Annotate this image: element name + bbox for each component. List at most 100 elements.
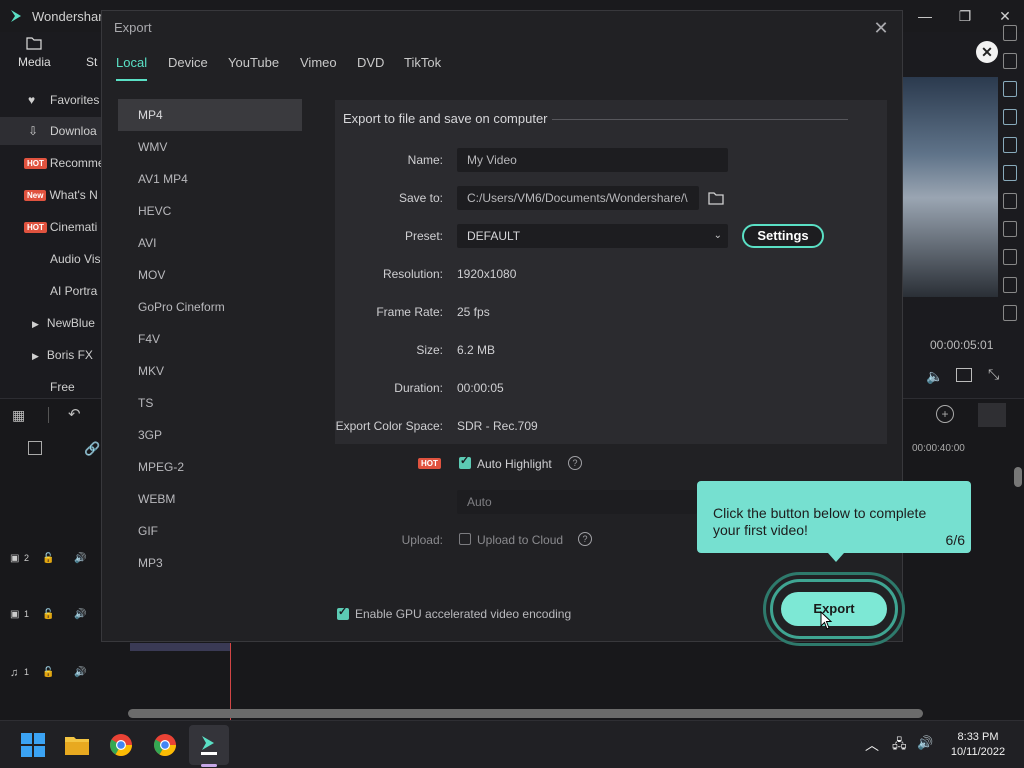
sidebar-item-ai-portrait[interactable]: AI Portra — [0, 277, 110, 305]
format-item-mov[interactable]: MOV — [118, 259, 302, 291]
system-clock[interactable]: 8:33 PM 10/11/2022 — [942, 730, 1014, 760]
help-icon[interactable]: ? — [568, 456, 582, 470]
audio-toggle-icon[interactable]: 🔊 — [74, 667, 86, 678]
sidebar-item-whats-new[interactable]: New What's N — [0, 181, 110, 209]
format-item-av1-mp4[interactable]: AV1 MP4 — [118, 163, 302, 195]
help-icon[interactable]: ? — [578, 532, 592, 546]
sidebar-item-recommended[interactable]: HOT Recomme — [0, 149, 110, 177]
format-item-hevc[interactable]: HEVC — [118, 195, 302, 227]
stock-tab[interactable]: St — [86, 55, 97, 69]
fullscreen-icon[interactable]: ⤡ — [988, 366, 999, 383]
sidebar-item-cinematic[interactable]: HOT Cinemati — [0, 213, 110, 241]
color-space-value: SDR - Rec.709 — [457, 419, 538, 433]
format-item-wmv[interactable]: WMV — [118, 131, 302, 163]
hot-badge: HOT — [24, 158, 47, 169]
tab-tiktok[interactable]: TikTok — [404, 55, 441, 81]
sidebar-item-audio-vis[interactable]: Audio Vis — [0, 245, 110, 273]
format-item-avi[interactable]: AVI — [118, 227, 302, 259]
preset-label: Preset: — [404, 229, 443, 243]
stock-tab-label: St — [86, 55, 98, 69]
close-icon[interactable]: ✕ — [870, 17, 892, 39]
media-tab[interactable]: Media — [18, 36, 51, 69]
toolbar-button[interactable] — [1003, 277, 1017, 293]
toolbar-button[interactable] — [1003, 221, 1017, 237]
zoom-toggle[interactable] — [978, 403, 1006, 427]
minimize-icon[interactable]: — — [910, 6, 940, 26]
filmora-taskbar-icon[interactable] — [193, 729, 225, 761]
auto-highlight-select[interactable]: Auto — [457, 490, 697, 514]
restore-icon[interactable]: ❐ — [950, 6, 980, 26]
format-item-mp4[interactable]: MP4 — [118, 99, 302, 131]
lock-icon[interactable]: 🔓 — [42, 553, 54, 564]
app-title: Wondershare — [32, 9, 110, 24]
preset-select[interactable]: DEFAULT ⌄ — [457, 224, 728, 248]
format-item-f4v[interactable]: F4V — [118, 323, 302, 355]
format-item-mp3[interactable]: MP3 — [118, 547, 302, 579]
zoom-in-icon[interactable]: + — [936, 405, 954, 423]
media-toolbar: Media St — [0, 32, 110, 82]
gpu-acceleration-checkbox[interactable] — [337, 605, 349, 620]
frame-rate-value: 25 fps — [457, 305, 490, 319]
layout-icon[interactable]: ▦ — [12, 407, 25, 424]
name-input[interactable]: My Video — [457, 148, 728, 172]
volume-icon[interactable]: 🔈 — [926, 368, 943, 385]
sidebar-item-downloads[interactable]: ⇩ Downloa — [0, 117, 110, 145]
save-path-input[interactable]: C:/Users/VM6/Documents/Wondershare/\ — [457, 186, 699, 210]
add-track-icon[interactable] — [28, 441, 42, 455]
format-item-gif[interactable]: GIF — [118, 515, 302, 547]
tab-vimeo[interactable]: Vimeo — [300, 55, 337, 81]
timeline-clip[interactable] — [130, 643, 230, 651]
file-explorer-icon[interactable] — [61, 729, 93, 761]
lock-icon[interactable]: 🔓 — [42, 609, 54, 620]
toolbar-button[interactable] — [1003, 81, 1017, 97]
divider — [552, 119, 848, 120]
settings-button[interactable]: Settings — [742, 224, 824, 248]
toolbar-button[interactable] — [1003, 109, 1017, 125]
sidebar-item-boris-fx[interactable]: ▶ Boris FX — [0, 341, 110, 369]
toolbar-button[interactable] — [1003, 25, 1017, 41]
undo-icon[interactable]: ↶ — [68, 405, 81, 423]
lock-icon[interactable]: 🔓 — [42, 667, 54, 678]
app-logo-icon — [11, 10, 21, 22]
link-icon[interactable]: 🔗 — [84, 441, 100, 457]
toolbar-button[interactable] — [1003, 249, 1017, 265]
format-item-mkv[interactable]: MKV — [118, 355, 302, 387]
tab-device[interactable]: Device — [168, 55, 208, 81]
windows-start-icon[interactable] — [17, 729, 49, 761]
horizontal-scrollbar[interactable] — [128, 709, 923, 718]
sidebar-item-favorites[interactable]: ♥ Favorites — [0, 86, 110, 114]
taskbar: ︿ 🖧 🔊 8:33 PM 10/11/2022 — [0, 720, 1024, 768]
format-item-3gp[interactable]: 3GP — [118, 419, 302, 451]
tab-youtube[interactable]: YouTube — [228, 55, 279, 81]
toolbar-button[interactable] — [1003, 165, 1017, 181]
chevron-up-icon[interactable]: ︿ — [865, 735, 879, 755]
hot-badge: HOT — [418, 458, 441, 469]
tab-local[interactable]: Local — [116, 55, 148, 81]
audio-toggle-icon[interactable]: 🔊 — [74, 553, 86, 564]
vertical-scrollbar[interactable] — [1014, 467, 1022, 487]
sidebar-item-newblue[interactable]: ▶ NewBlue — [0, 309, 110, 337]
sidebar-item-free[interactable]: Free — [0, 373, 110, 401]
tour-close-icon[interactable]: ✕ — [976, 41, 998, 63]
export-button[interactable]: Export — [781, 592, 887, 626]
tab-dvd[interactable]: DVD — [357, 55, 384, 81]
upload-cloud-checkbox[interactable] — [459, 533, 471, 545]
toolbar-button[interactable] — [1003, 137, 1017, 153]
network-icon[interactable]: 🖧 — [892, 735, 907, 757]
upload-cloud-label: Upload to Cloud — [477, 533, 564, 547]
format-item-mpeg-2[interactable]: MPEG-2 — [118, 451, 302, 483]
chrome-icon[interactable] — [105, 729, 137, 761]
folder-browse-icon[interactable] — [708, 191, 724, 205]
volume-icon[interactable]: 🔊 — [917, 735, 933, 751]
toolbar-button[interactable] — [1003, 53, 1017, 69]
auto-highlight-checkbox[interactable] — [459, 454, 471, 469]
toolbar-button[interactable] — [1003, 193, 1017, 209]
toolbar-button[interactable] — [1003, 305, 1017, 321]
format-item-ts[interactable]: TS — [118, 387, 302, 419]
chrome-icon[interactable] — [149, 729, 181, 761]
format-item-webm[interactable]: WEBM — [118, 483, 302, 515]
format-item-gopro-cineform[interactable]: GoPro Cineform — [118, 291, 302, 323]
settings-heading: Export to file and save on computer — [343, 111, 548, 126]
audio-toggle-icon[interactable]: 🔊 — [74, 609, 86, 620]
snapshot-icon[interactable] — [956, 368, 972, 382]
